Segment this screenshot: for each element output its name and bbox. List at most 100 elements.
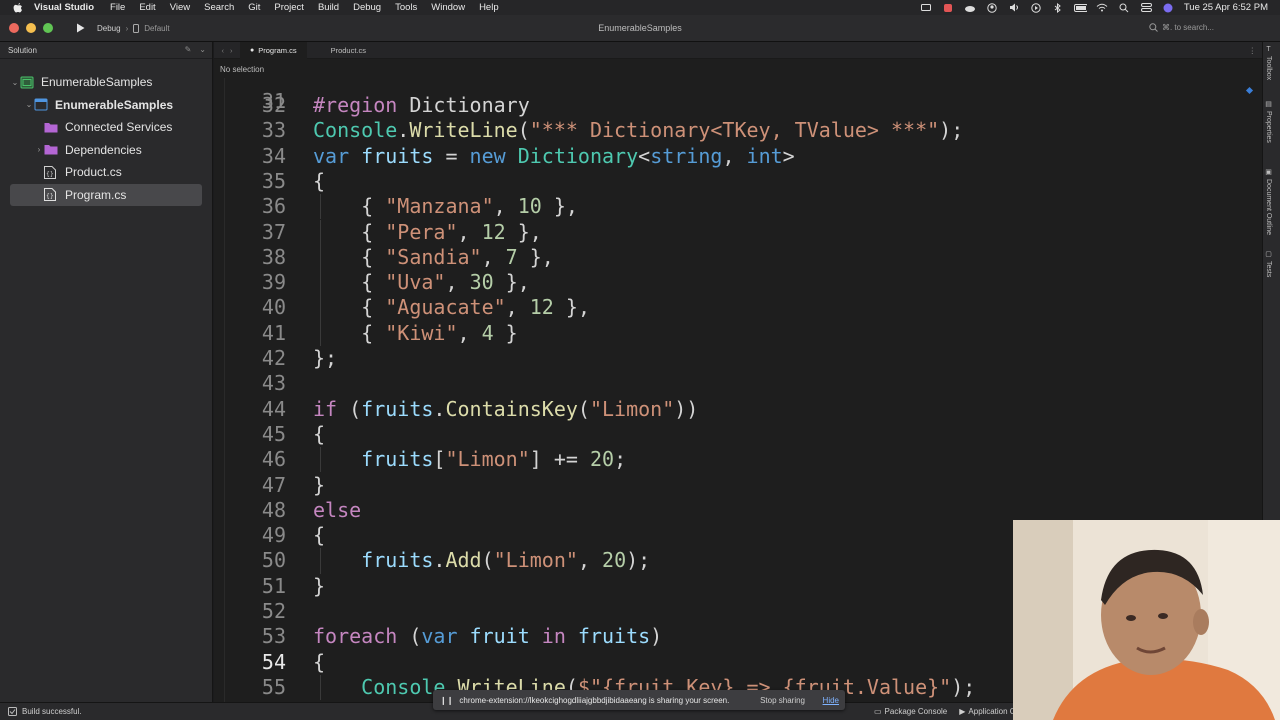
menu-tools[interactable]: Tools [395, 2, 417, 13]
code-text: fruits.Add("Limon", 20); [313, 548, 650, 572]
configuration-selector[interactable]: Debug [97, 24, 121, 33]
control-center-icon[interactable] [1140, 3, 1153, 13]
chevron-down-icon[interactable]: ⌄ [10, 78, 20, 87]
line-number: 55 [261, 674, 286, 699]
code-token: )) [674, 396, 699, 421]
extension-icon[interactable] [942, 3, 955, 13]
tree-item-product-cs[interactable]: {} Product.cs [10, 161, 202, 184]
zoom-window-button[interactable] [43, 23, 53, 33]
indent-guide [320, 219, 321, 245]
code-token: "Kiwi" [385, 320, 458, 345]
code-text: fruits["Limon"] += 20; [313, 447, 626, 471]
menu-clock[interactable]: Tue 25 Apr 6:52 PM [1184, 2, 1268, 13]
code-text: { [313, 169, 325, 193]
chevron-left-icon[interactable]: ‹ [222, 46, 225, 55]
chevron-down-icon[interactable]: ⌄ [199, 45, 206, 54]
chevron-right-icon[interactable]: › [230, 46, 233, 55]
pad-tests[interactable]: ▢ Tests [1265, 250, 1272, 277]
code-token: , [505, 295, 530, 320]
play-circle-icon[interactable] [1030, 2, 1043, 13]
visual-studio-window: Visual Studio File Edit View Search Git … [0, 0, 1280, 720]
code-token: foreach [313, 624, 410, 649]
code-token: 20 [589, 447, 615, 472]
menu-debug[interactable]: Debug [353, 2, 381, 13]
apple-icon[interactable] [12, 2, 24, 14]
code-token: , [577, 548, 603, 573]
tree-item-solution[interactable]: ⌄ EnumerableSamples [10, 71, 202, 94]
cloud-icon[interactable] [964, 3, 977, 13]
code-token: "Sandia" [385, 244, 482, 269]
menu-file[interactable]: File [110, 2, 125, 13]
close-window-button[interactable] [9, 23, 19, 33]
code-token: ) [650, 624, 663, 649]
wifi-icon[interactable] [1096, 3, 1109, 13]
search-box[interactable]: ⌘. to search... [1149, 23, 1214, 32]
line-number: 34 [261, 143, 286, 168]
bluetooth-icon[interactable] [1052, 2, 1065, 13]
code-token: "Uva" [385, 270, 446, 295]
code-token: ] += [529, 447, 590, 472]
code-token: "Pera" [385, 219, 458, 244]
minimize-window-button[interactable] [26, 23, 36, 33]
code-text: { "Manzana", 10 }, [313, 194, 578, 218]
code-token: "Limon" [589, 396, 675, 421]
indent-guide [320, 447, 321, 473]
tab-navigation: ‹ › [214, 46, 240, 55]
code-token: fruits [361, 143, 434, 168]
menu-project[interactable]: Project [274, 2, 304, 13]
application-output-button[interactable]: ▶ Application O [959, 707, 1016, 716]
stop-sharing-button[interactable]: Stop sharing [760, 696, 805, 705]
project-icon [34, 98, 48, 111]
play-icon [76, 23, 84, 33]
svg-text:{}: {} [46, 193, 54, 200]
account-icon[interactable] [986, 2, 999, 13]
pin-icon[interactable]: ✎ [185, 45, 192, 54]
menu-build[interactable]: Build [318, 2, 339, 13]
spotlight-icon[interactable] [1118, 3, 1131, 13]
run-button[interactable] [73, 21, 87, 35]
search-icon [1149, 23, 1158, 32]
solution-pad-title: Solution [8, 45, 37, 55]
tree-item-dependencies[interactable]: › Dependencies [10, 139, 202, 162]
code-text: }; [313, 346, 337, 370]
menu-edit[interactable]: Edit [139, 2, 155, 13]
menu-help[interactable]: Help [479, 2, 499, 13]
solution-tree: ⌄ EnumerableSamples ⌄ EnumerableSamples … [0, 59, 212, 206]
code-token: Dictionary [409, 93, 530, 117]
hide-banner-link[interactable]: Hide [823, 696, 839, 705]
pad-document-outline[interactable]: ▣ Document Outline [1265, 168, 1272, 235]
tree-item-program-cs[interactable]: {} Program.cs [10, 183, 202, 206]
siri-icon[interactable] [1162, 3, 1175, 13]
code-token: in [541, 624, 578, 649]
battery-saver-icon[interactable] [920, 3, 933, 13]
more-icon[interactable]: ⋮ [1249, 46, 1257, 55]
line-number: 35 [261, 168, 286, 193]
breadcrumb[interactable]: No selection [214, 59, 1262, 78]
target-selector[interactable]: Default [144, 24, 169, 33]
line-number: 41 [261, 320, 286, 345]
menu-window[interactable]: Window [431, 2, 465, 13]
volume-icon[interactable] [1008, 3, 1021, 13]
code-token: ( [517, 118, 530, 143]
menu-view[interactable]: View [170, 2, 190, 13]
chevron-right-icon[interactable]: › [34, 145, 44, 154]
code-token: , [481, 244, 506, 269]
code-text: foreach (var fruit in fruits) [313, 624, 662, 648]
tree-item-project[interactable]: ⌄ EnumerableSamples [10, 94, 202, 117]
battery-icon[interactable] [1073, 3, 1087, 13]
package-console-button[interactable]: ▭ Package Console [874, 707, 947, 716]
tab-program-cs[interactable]: ● Program.cs [240, 41, 307, 59]
tree-item-connected-services[interactable]: Connected Services [10, 116, 202, 139]
chevron-down-icon[interactable]: ⌄ [24, 100, 34, 109]
code-token: { [313, 270, 386, 295]
tab-product-cs[interactable]: Product.cs [307, 42, 376, 59]
app-menu[interactable]: Visual Studio [34, 2, 94, 13]
tab-label: Program.cs [258, 45, 297, 55]
build-status[interactable]: Build successful. [8, 707, 82, 716]
pad-properties[interactable]: ▤ Properties [1265, 100, 1272, 143]
code-token: new [469, 143, 518, 168]
pad-toolbox[interactable]: T Toolbox [1265, 46, 1272, 80]
outline-icon: ▣ [1265, 169, 1272, 176]
menu-search[interactable]: Search [204, 2, 234, 13]
menu-git[interactable]: Git [248, 2, 260, 13]
